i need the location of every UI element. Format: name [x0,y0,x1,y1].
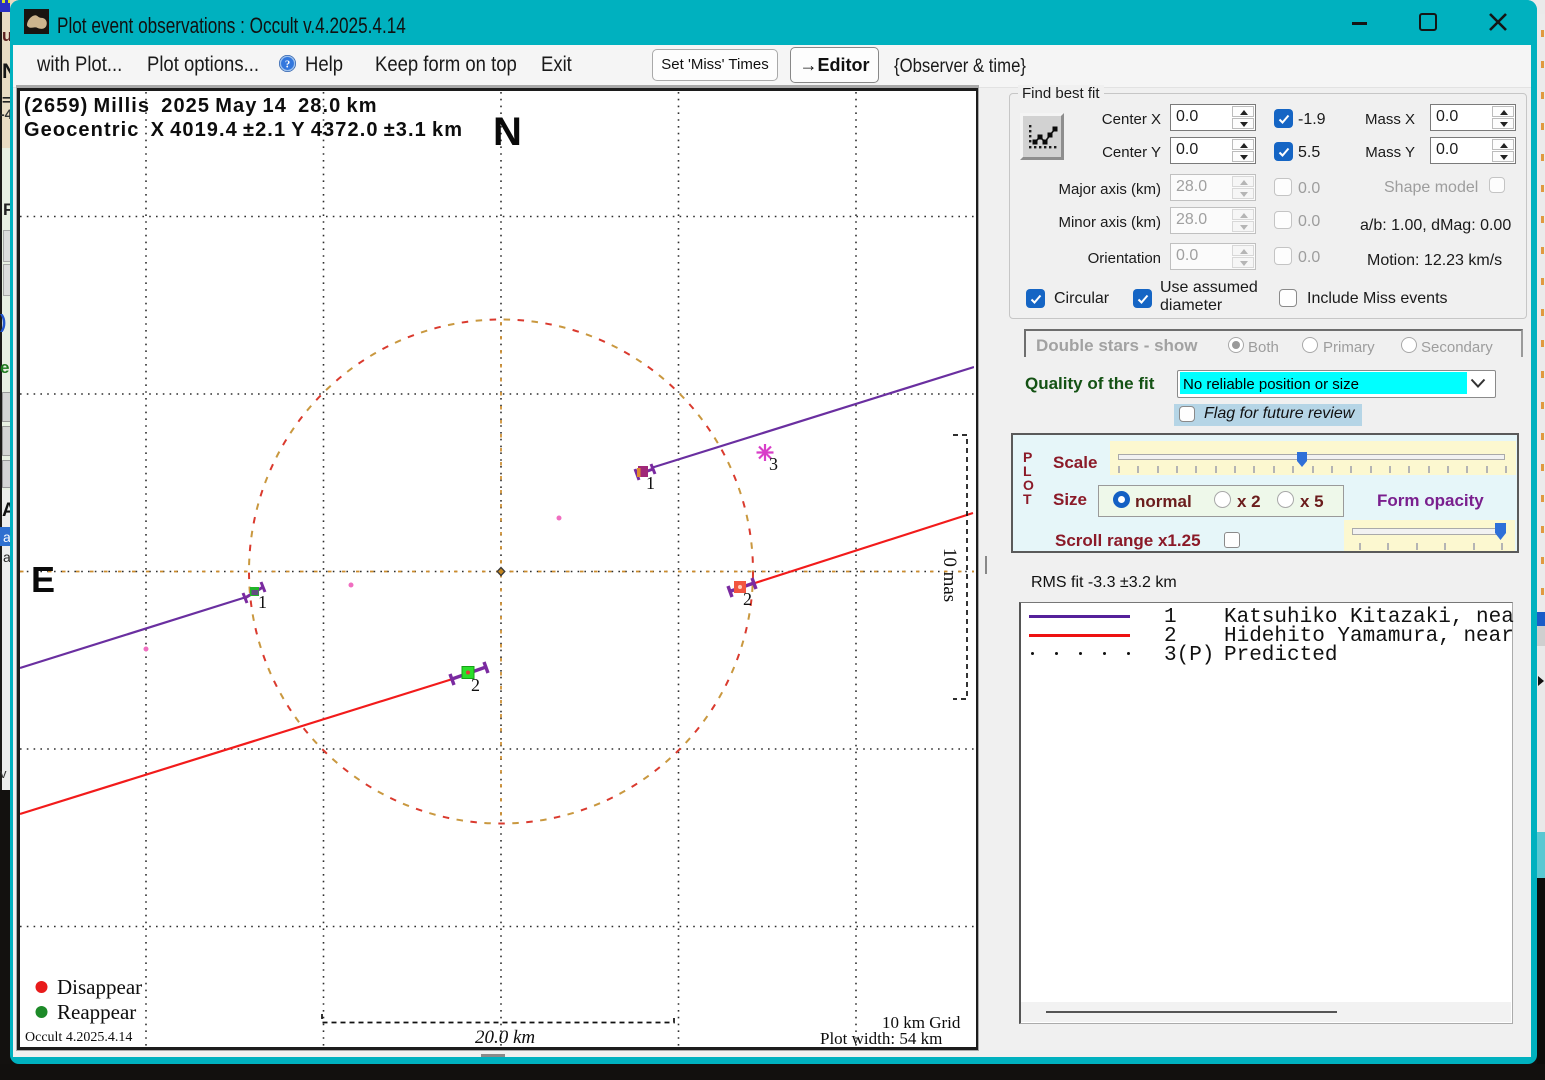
svg-text:Occult 4.2025.4.14: Occult 4.2025.4.14 [25,1030,132,1045]
svg-text:1: 1 [258,592,267,612]
svg-text:Geocentric X 4019.4 ±2.1 Y 437: Geocentric X 4019.4 ±2.1 Y 4372.0 ±3.1 k… [24,119,463,141]
svg-text:2: 2 [743,589,752,609]
svg-text:N: N [493,110,522,154]
svg-text:Disappear: Disappear [57,975,142,999]
svg-text:3: 3 [769,454,778,474]
svg-text:Plot width: 54 km: Plot width: 54 km [820,1029,942,1046]
svg-text:?: ? [285,59,290,71]
svg-text:1: 1 [646,473,655,493]
svg-text:20.0 km: 20.0 km [475,1027,535,1046]
svg-text:E: E [31,559,55,600]
svg-text:2: 2 [471,675,480,695]
svg-text:(2659) Millis 2025 May 14 28.0: (2659) Millis 2025 May 14 28.0 km [24,95,378,117]
svg-text:Reappear: Reappear [57,1000,136,1024]
svg-text:10 mas: 10 mas [939,548,960,602]
